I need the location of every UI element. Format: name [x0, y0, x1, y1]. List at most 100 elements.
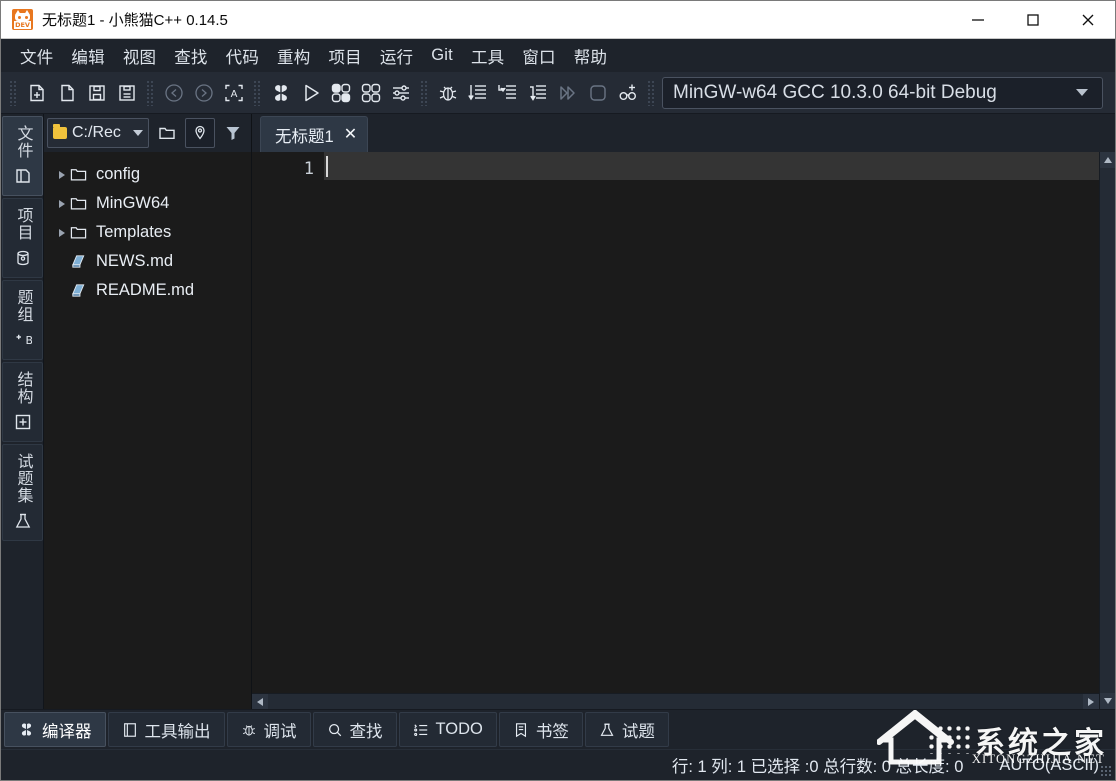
undo-icon[interactable]	[159, 78, 189, 108]
continue-icon[interactable]	[553, 78, 583, 108]
tab-tool-output[interactable]: 工具输出	[108, 712, 225, 747]
path-value: C:/Rec	[72, 124, 131, 142]
auto-format-icon[interactable]: A	[219, 78, 249, 108]
choose-folder-button[interactable]	[152, 118, 182, 148]
text-caret	[326, 156, 328, 177]
compiler-set-select[interactable]: MinGW-w64 GCC 10.3.0 64-bit Debug	[662, 77, 1103, 109]
menu-item-view[interactable]: 视图	[114, 40, 165, 72]
toolbar-grip-3[interactable]	[253, 80, 262, 106]
main-body: 文件 项目 题组	[1, 114, 1115, 709]
folder-icon	[70, 224, 96, 241]
tab-bookmarks[interactable]: 书签	[499, 712, 583, 747]
save-icon[interactable]	[82, 78, 112, 108]
menu-item-tools[interactable]: 工具	[462, 40, 513, 72]
window-controls	[950, 1, 1115, 39]
new-file-icon[interactable]	[22, 78, 52, 108]
toolbar-grip-4[interactable]	[420, 80, 429, 106]
tree-item-readme-md[interactable]: README.md	[44, 276, 251, 305]
folder-icon	[70, 195, 96, 212]
menu-item-code[interactable]: 代码	[217, 40, 268, 72]
tab-todo[interactable]: TODO	[399, 712, 497, 747]
tab-debug[interactable]: 调试	[227, 712, 311, 747]
step-out-icon[interactable]	[523, 78, 553, 108]
scroll-left-button[interactable]	[252, 694, 268, 710]
markdown-file-icon	[70, 253, 96, 270]
debug-icon[interactable]	[433, 78, 463, 108]
menu-item-project[interactable]: 项目	[319, 40, 370, 72]
bottom-panel-tabs: 编译器 工具输出 调试	[1, 709, 1115, 749]
tab-compiler-label: 编译器	[42, 718, 92, 742]
title-bar: DEV 无标题1 - 小熊猫C++ 0.14.5	[1, 1, 1115, 39]
main-toolbar: A	[1, 72, 1115, 114]
svg-text:B: B	[25, 334, 32, 347]
tab-search[interactable]: 查找	[313, 712, 397, 747]
tab-tool-output-label: 工具输出	[145, 718, 211, 742]
bookmark-icon	[513, 722, 529, 738]
scroll-up-button[interactable]	[1100, 152, 1115, 168]
sidebar-item-problem-set[interactable]: 试题集	[2, 444, 43, 541]
chevron-right-icon[interactable]	[54, 229, 70, 237]
tree-item-mingw64[interactable]: MinGW64	[44, 189, 251, 218]
vertical-scroll-track[interactable]	[1100, 168, 1115, 693]
code-editor[interactable]	[324, 152, 1099, 693]
editor-main: 1	[252, 152, 1099, 709]
tab-problems[interactable]: 试题	[585, 712, 669, 747]
step-over-icon[interactable]	[463, 78, 493, 108]
compiler-icon	[18, 721, 35, 738]
run-icon[interactable]	[296, 78, 326, 108]
compile-run-icon[interactable]	[326, 78, 356, 108]
close-icon[interactable]: ✕	[344, 127, 357, 143]
editor-vertical-scrollbar[interactable]	[1099, 152, 1115, 709]
tree-item-label: MinGW64	[96, 194, 169, 213]
path-select[interactable]: C:/Rec	[47, 118, 149, 148]
scroll-right-button[interactable]	[1083, 694, 1099, 710]
menu-item-window[interactable]: 窗口	[513, 40, 564, 72]
encoding-status[interactable]: AUTO(ASCII)	[999, 756, 1099, 775]
step-into-icon[interactable]	[493, 78, 523, 108]
save-all-icon[interactable]	[112, 78, 142, 108]
scroll-down-button[interactable]	[1100, 693, 1115, 709]
redo-icon[interactable]	[189, 78, 219, 108]
chevron-right-icon[interactable]	[54, 200, 70, 208]
open-file-icon[interactable]	[52, 78, 82, 108]
menu-item-search[interactable]: 查找	[165, 40, 216, 72]
tab-compiler[interactable]: 编译器	[4, 712, 106, 747]
compile-icon[interactable]	[266, 78, 296, 108]
sidebar-item-project[interactable]: 项目	[2, 198, 43, 278]
menu-item-run[interactable]: 运行	[371, 40, 422, 72]
horizontal-scroll-track[interactable]	[268, 694, 1083, 710]
add-watch-icon[interactable]	[613, 78, 643, 108]
resize-grip[interactable]	[1100, 765, 1112, 777]
menu-item-edit[interactable]: 编辑	[62, 40, 113, 72]
editor-horizontal-scrollbar[interactable]	[252, 693, 1099, 709]
stop-icon[interactable]	[583, 78, 613, 108]
tree-item-label: NEWS.md	[96, 252, 173, 271]
chevron-right-icon[interactable]	[54, 171, 70, 179]
tree-item-templates[interactable]: Templates	[44, 218, 251, 247]
tool-output-icon	[122, 722, 138, 738]
current-line-highlight	[324, 152, 1099, 180]
toolbar-grip-5[interactable]	[647, 80, 656, 106]
editor-tab-untitled1[interactable]: 无标题1 ✕	[260, 116, 368, 152]
close-button[interactable]	[1060, 1, 1115, 39]
tree-item-news-md[interactable]: NEWS.md	[44, 247, 251, 276]
sidebar-item-structure[interactable]: 结构	[2, 362, 43, 442]
menu-item-git[interactable]: Git	[422, 42, 462, 69]
sidebar-item-files[interactable]: 文件	[2, 116, 43, 196]
minimize-button[interactable]	[950, 1, 1005, 39]
options-icon[interactable]	[386, 78, 416, 108]
toolbar-grip-2[interactable]	[146, 80, 155, 106]
locate-current-file-button[interactable]	[185, 118, 215, 148]
rebuild-icon[interactable]	[356, 78, 386, 108]
sidebar-item-problem-group[interactable]: 题组 B	[2, 280, 43, 360]
sidebar-item-problem-group-label: 题组	[15, 289, 31, 323]
tab-problems-label: 试题	[622, 718, 655, 742]
sidebar-item-problem-set-label: 试题集	[15, 453, 31, 504]
filter-button[interactable]	[218, 118, 248, 148]
menu-item-help[interactable]: 帮助	[565, 40, 616, 72]
tree-item-config[interactable]: config	[44, 160, 251, 189]
menu-item-refactor[interactable]: 重构	[268, 40, 319, 72]
menu-item-file[interactable]: 文件	[11, 40, 62, 72]
maximize-button[interactable]	[1005, 1, 1060, 39]
toolbar-grip[interactable]	[9, 80, 18, 106]
